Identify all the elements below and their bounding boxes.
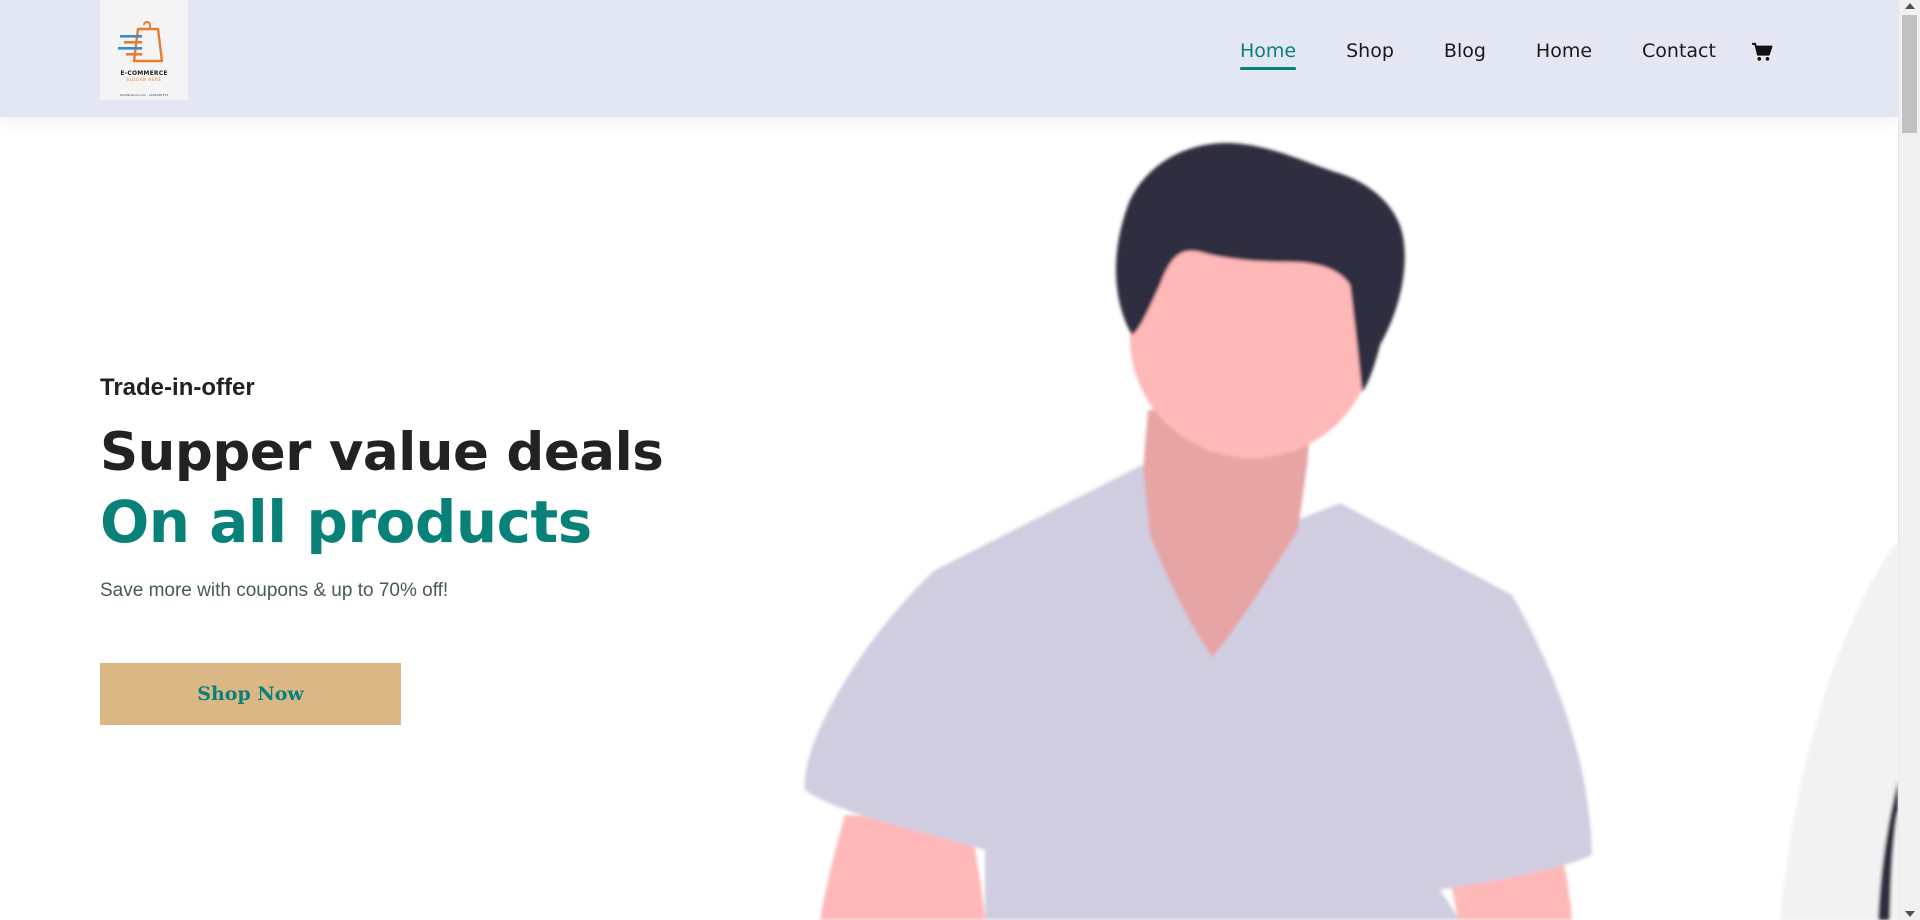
page-scrollbar[interactable] xyxy=(1898,0,1920,920)
shopping-bag-logo-icon xyxy=(118,20,164,62)
hero-subtext: Save more with coupons & up to 70% off! xyxy=(100,579,449,601)
logo-slogan: SLOGAN HERE xyxy=(126,76,162,82)
logo-footnote: shutterstock.com · 2244300753 xyxy=(119,93,169,97)
scroll-up-arrow-icon[interactable] xyxy=(1905,3,1915,9)
nav-item-shop[interactable]: Shop xyxy=(1346,40,1394,62)
nav-item-home-2[interactable]: Home xyxy=(1536,40,1592,62)
logo-brand-name: E-COMMERCE xyxy=(120,69,168,77)
page: E-COMMERCE SLOGAN HERE shutterstock.com … xyxy=(0,0,1920,920)
scrollbar-thumb[interactable] xyxy=(1902,15,1917,133)
nav-item-contact[interactable]: Contact xyxy=(1642,40,1716,62)
nav-item-home[interactable]: Home xyxy=(1240,40,1297,70)
hero-headline-accent: On all products xyxy=(100,488,592,556)
hero-eyebrow: Trade-in-offer xyxy=(100,374,255,401)
site-logo[interactable]: E-COMMERCE SLOGAN HERE shutterstock.com … xyxy=(100,0,188,100)
hero-text-block: Trade-in-offer Supper value deals On all… xyxy=(100,374,664,602)
hero-headline: Supper value deals xyxy=(100,422,664,483)
shop-now-button[interactable]: Shop Now xyxy=(100,663,401,725)
cart-icon[interactable] xyxy=(1751,42,1773,64)
nav-item-blog[interactable]: Blog xyxy=(1444,40,1486,62)
main-nav: Home Shop Blog Home Contact xyxy=(1240,40,1766,70)
scroll-down-arrow-icon[interactable] xyxy=(1905,911,1915,917)
site-header: E-COMMERCE SLOGAN HERE shutterstock.com … xyxy=(0,0,1898,117)
